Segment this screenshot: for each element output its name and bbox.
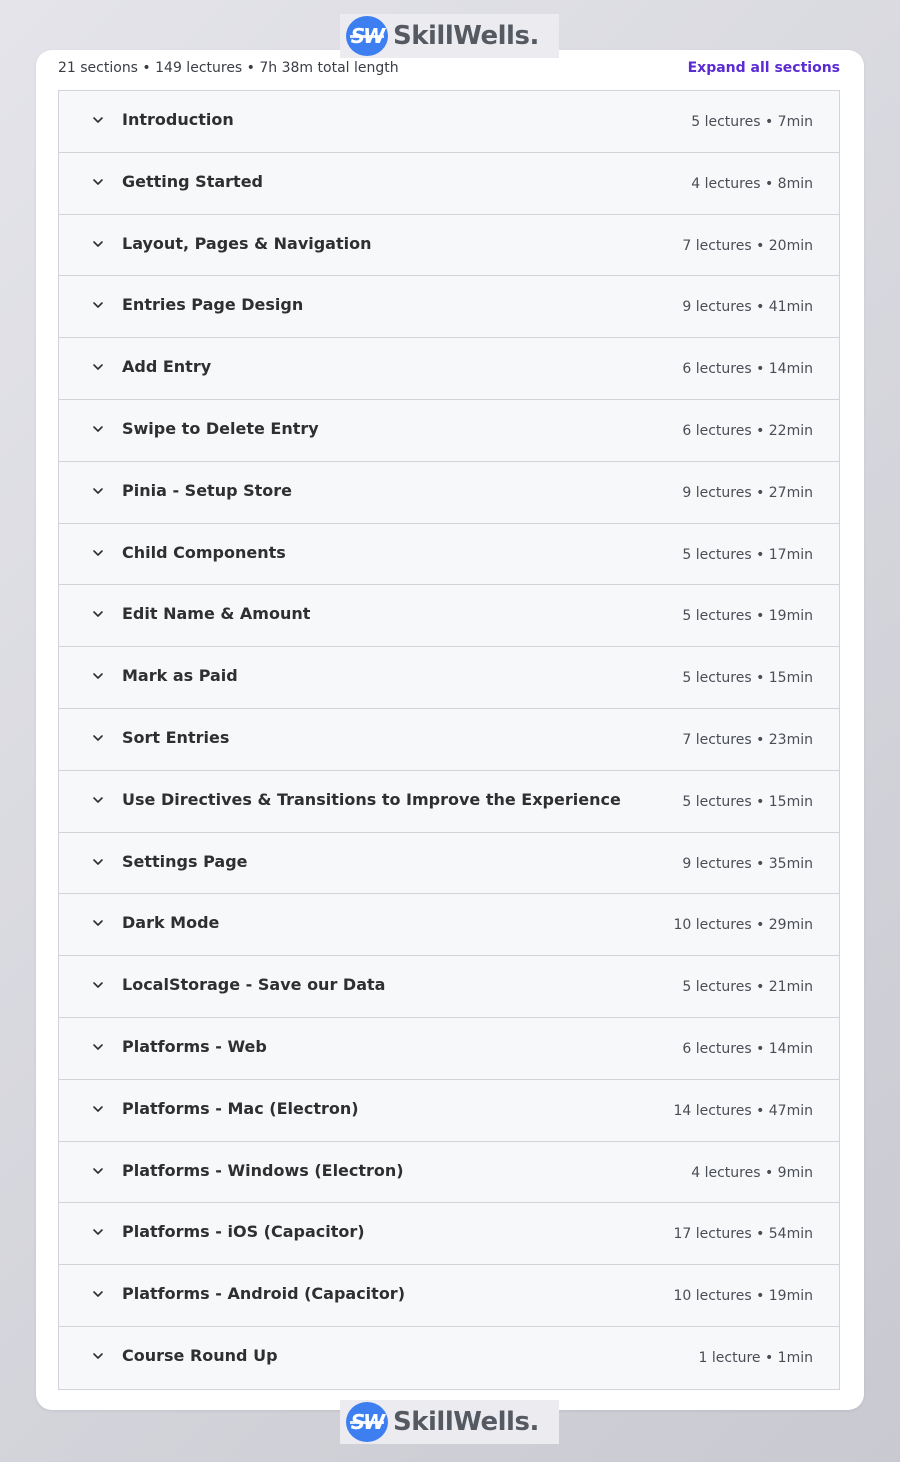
- section-meta: 5 lectures • 7min: [691, 114, 813, 130]
- section-title: Use Directives & Transitions to Improve …: [122, 789, 621, 809]
- section-title: Dark Mode: [122, 913, 220, 933]
- section-meta: 6 lectures • 14min: [682, 361, 813, 378]
- expand-all-sections-button[interactable]: Expand all sections: [688, 60, 840, 76]
- section-row[interactable]: Platforms - Web 6 lectures • 14min: [59, 1017, 839, 1080]
- section-meta: 5 lectures • 21min: [682, 979, 813, 996]
- chevron-down-icon: [93, 117, 103, 123]
- section-meta: 6 lectures • 14min: [682, 1040, 813, 1057]
- chevron-down-icon: [93, 1353, 103, 1359]
- section-row[interactable]: Platforms - Windows (Electron) 4 lectures…: [59, 1141, 839, 1204]
- section-title: Introduction: [122, 110, 234, 129]
- section-meta: 17 lectures • 54min: [673, 1226, 813, 1243]
- chevron-down-icon: [93, 1291, 103, 1297]
- section-row[interactable]: Pinia - Setup Store 9 lectures • 27min: [59, 461, 839, 524]
- section-title: Entries Page Design: [122, 295, 304, 315]
- section-title: Child Components: [122, 542, 286, 562]
- chevron-down-icon: [93, 982, 103, 988]
- chevron-down-icon: [93, 487, 103, 494]
- section-row[interactable]: Use Directives & Transitions to Improve …: [59, 770, 839, 833]
- chevron-down-icon: [93, 920, 103, 927]
- section-title: Mark as Paid: [122, 666, 238, 686]
- section-title: Platforms - Android (Capacitor): [122, 1284, 406, 1304]
- section-meta: 5 lectures • 19min: [682, 608, 813, 625]
- section-title: LocalStorage - Save our Data: [122, 975, 386, 995]
- section-meta: 14 lectures • 47min: [673, 1102, 813, 1119]
- chevron-down-icon: [93, 364, 103, 370]
- section-title: Course Round Up: [122, 1345, 278, 1365]
- section-title: Platforms - Windows (Electron): [122, 1160, 404, 1180]
- section-meta: 4 lectures • 9min: [691, 1164, 813, 1181]
- chevron-down-icon: [93, 1044, 103, 1050]
- section-title: Add Entry: [122, 357, 212, 377]
- section-meta: 6 lectures • 22min: [682, 422, 813, 439]
- section-meta: 7 lectures • 20min: [682, 237, 813, 254]
- section-row[interactable]: Add Entry 6 lectures • 14min: [59, 338, 839, 400]
- section-row[interactable]: Swipe to Delete Entry 6 lectures • 22min: [59, 399, 839, 462]
- chevron-down-icon: [93, 858, 103, 865]
- chevron-down-icon: [93, 1229, 103, 1236]
- section-title: Getting Started: [122, 171, 263, 191]
- chevron-down-icon: [93, 673, 103, 679]
- section-meta: 9 lectures • 35min: [682, 855, 813, 872]
- section-meta: 10 lectures • 19min: [673, 1288, 813, 1305]
- section-row[interactable]: Settings Page 9 lectures • 35min: [59, 832, 839, 895]
- section-title: Platforms - iOS (Capacitor): [122, 1222, 365, 1242]
- section-row[interactable]: Introduction 5 lectures • 7min: [59, 91, 839, 153]
- chevron-down-icon: [93, 796, 103, 803]
- section-meta: 9 lectures • 41min: [682, 299, 813, 316]
- section-meta: 7 lectures • 23min: [682, 731, 813, 748]
- sections-list: Introduction 5 lectures • 7min Getting Sta…: [58, 90, 840, 1390]
- brand-logo-top: SW SkillWells.: [340, 14, 559, 58]
- section-title: Swipe to Delete Entry: [122, 418, 319, 438]
- chevron-down-icon: [93, 611, 103, 618]
- section-meta: 9 lectures • 27min: [682, 484, 813, 501]
- chevron-down-icon: [93, 1105, 103, 1112]
- section-title: Sort Entries: [122, 727, 230, 747]
- section-row[interactable]: Platforms - Mac (Electron) 14 lectures • …: [59, 1079, 839, 1142]
- section-meta: 5 lectures • 15min: [682, 793, 813, 810]
- brand-name: SkillWells.: [393, 1407, 539, 1437]
- brand-name: SkillWells.: [393, 21, 539, 51]
- section-row[interactable]: Dark Mode 10 lectures • 29min: [59, 894, 839, 957]
- section-row[interactable]: Mark as Paid 5 lectures • 15min: [59, 647, 839, 709]
- section-meta: 5 lectures • 17min: [682, 546, 813, 563]
- brand-mark-icon: SW: [346, 1402, 388, 1442]
- section-meta: 5 lectures • 15min: [682, 670, 813, 687]
- section-title: Settings Page: [122, 851, 248, 871]
- section-title: Platforms - Mac (Electron): [122, 1098, 359, 1118]
- chevron-down-icon: [93, 178, 103, 185]
- section-title: Platforms - Web: [122, 1036, 267, 1056]
- brand-logo-bottom: SW SkillWells.: [340, 1400, 559, 1444]
- course-summary: 21 sections • 149 lectures • 7h 38m tota…: [58, 60, 399, 76]
- section-row[interactable]: Entries Page Design 9 lectures • 41min: [59, 276, 839, 339]
- chevron-down-icon: [93, 1167, 103, 1174]
- section-row[interactable]: Sort Entries 7 lectures • 23min: [59, 708, 839, 771]
- section-meta: 4 lectures • 8min: [691, 175, 813, 192]
- chevron-down-icon: [93, 240, 103, 247]
- chevron-down-icon: [93, 426, 103, 432]
- section-row[interactable]: Child Components 5 lectures • 17min: [59, 523, 839, 586]
- brand-mark-icon: SW: [346, 16, 388, 56]
- section-meta: 1 lecture • 1min: [698, 1349, 813, 1366]
- course-content-card: 21 sections • 149 lectures • 7h 38m tota…: [36, 50, 864, 1410]
- section-row[interactable]: Platforms - iOS (Capacitor) 17 lectures •…: [59, 1203, 839, 1266]
- chevron-down-icon: [93, 735, 103, 741]
- chevron-down-icon: [93, 549, 103, 556]
- section-row[interactable]: LocalStorage - Save our Data 5 lectures •…: [59, 956, 839, 1018]
- chevron-down-icon: [93, 302, 103, 309]
- section-row[interactable]: Platforms - Android (Capacitor) 10 lectur…: [59, 1265, 839, 1327]
- section-row[interactable]: Course Round Up 1 lecture • 1min: [59, 1326, 839, 1389]
- section-title: Layout, Pages & Navigation: [122, 233, 372, 253]
- section-meta: 10 lectures • 29min: [673, 917, 813, 934]
- section-title: Edit Name & Amount: [122, 604, 311, 624]
- section-row[interactable]: Getting Started 4 lectures • 8min: [59, 152, 839, 215]
- section-title: Pinia - Setup Store: [122, 480, 293, 500]
- section-row[interactable]: Layout, Pages & Navigation 7 lectures • 2…: [59, 214, 839, 277]
- section-row[interactable]: Edit Name & Amount 5 lectures • 19min: [59, 585, 839, 648]
